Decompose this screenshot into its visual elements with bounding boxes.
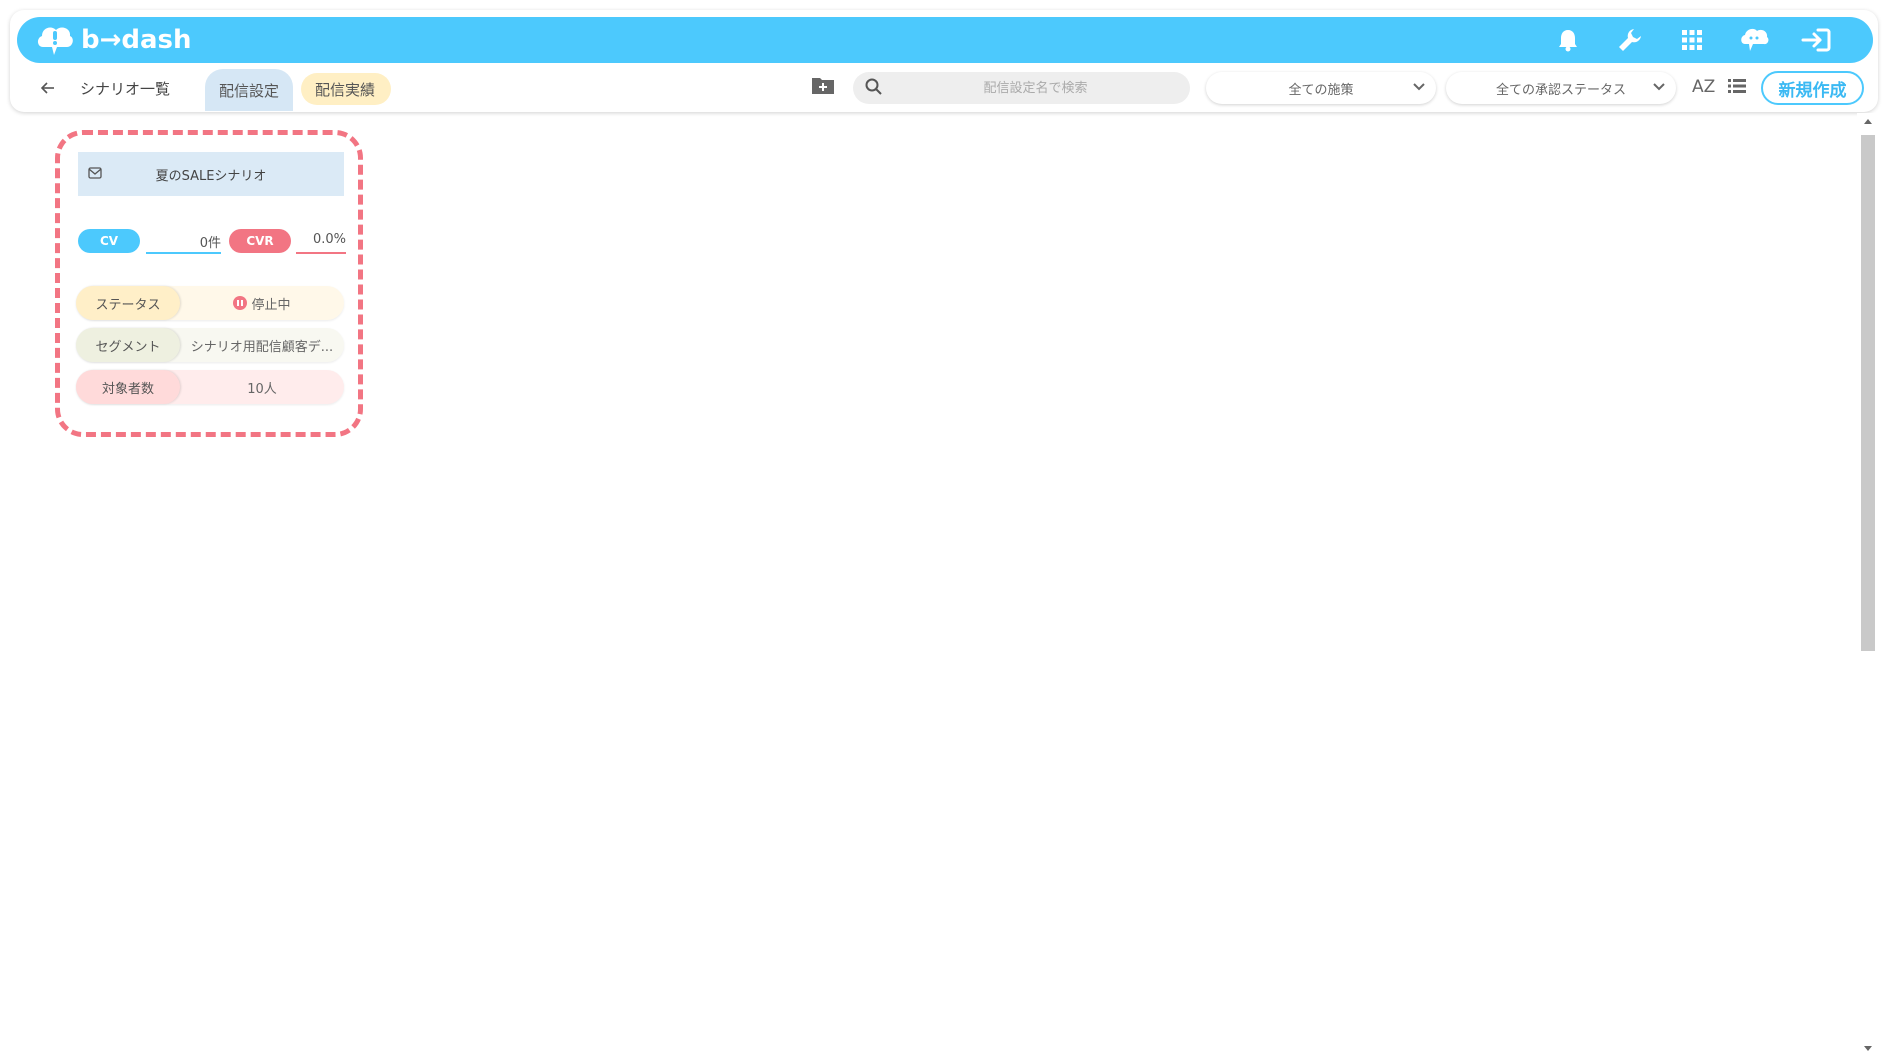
tab-delivery-settings[interactable]: 配信設定 xyxy=(205,69,293,111)
apps-grid-icon[interactable] xyxy=(1675,23,1709,57)
filter-measures-value: 全ての施策 xyxy=(1288,82,1354,98)
tab-label: 配信設定 xyxy=(219,81,280,100)
search-icon xyxy=(865,78,882,95)
bell-icon[interactable] xyxy=(1551,23,1585,57)
sort-az-icon[interactable]: AZ xyxy=(1692,77,1715,97)
tab-label: 配信実績 xyxy=(315,80,376,99)
logo[interactable]: b→dash xyxy=(35,22,192,58)
cvr-underline xyxy=(296,252,346,254)
scrollbar-thumb[interactable] xyxy=(1861,135,1875,651)
chat-bot-icon[interactable] xyxy=(1737,23,1771,57)
cvr-label: CVR xyxy=(246,234,274,248)
sub-toolbar: シナリオ一覧 配信設定 配信実績 全ての施策 全ての承認ステータス AZ 新規作… xyxy=(28,68,1868,111)
cv-underline xyxy=(146,252,221,254)
mail-icon xyxy=(88,167,102,179)
scroll-up-arrow-icon[interactable] xyxy=(1863,117,1873,125)
scenario-name: 夏のSALEシナリオ xyxy=(155,168,267,184)
filter-approval-value: 全ての承認ステータス xyxy=(1495,82,1626,98)
segment-row: セグメント シナリオ用配信顧客デ... xyxy=(76,328,344,362)
back-arrow-icon[interactable] xyxy=(36,76,60,100)
search-input[interactable] xyxy=(893,72,1178,104)
logout-icon[interactable] xyxy=(1799,23,1833,57)
logo-cloud-icon xyxy=(37,27,73,55)
cv-badge: CV xyxy=(78,229,140,253)
breadcrumb-scenario-list[interactable]: シナリオ一覧 xyxy=(80,78,170,99)
target-count-value: 10人 xyxy=(247,381,277,397)
chevron-down-icon xyxy=(1413,83,1425,91)
wrench-icon[interactable] xyxy=(1613,23,1647,57)
segment-label: セグメント xyxy=(76,328,180,362)
target-count-label: 対象者数 xyxy=(76,370,180,404)
logo-text: b→dash xyxy=(81,25,192,55)
list-view-icon[interactable] xyxy=(1728,78,1746,98)
cvr-badge: CVR xyxy=(229,229,291,253)
status-text: 停止中 xyxy=(251,297,291,313)
status-row: ステータス 停止中 xyxy=(76,286,344,320)
filter-measures-select[interactable]: 全ての施策 xyxy=(1206,72,1436,104)
status-label: ステータス xyxy=(76,286,180,320)
tab-delivery-results[interactable]: 配信実績 xyxy=(301,73,391,105)
scroll-down-arrow-icon[interactable] xyxy=(1863,1045,1873,1053)
vertical-scrollbar[interactable] xyxy=(1857,113,1877,1063)
segment-value: シナリオ用配信顧客デ... xyxy=(190,339,334,355)
target-count-row: 対象者数 10人 xyxy=(76,370,344,404)
search-box[interactable] xyxy=(853,72,1190,104)
status-value: 停止中 xyxy=(180,294,344,313)
cvr-value: 0.0% xyxy=(312,232,346,247)
new-create-button[interactable]: 新規作成 xyxy=(1761,71,1864,105)
scenario-card-title[interactable]: 夏のSALEシナリオ xyxy=(78,152,344,196)
cv-value: 0件 xyxy=(199,236,221,251)
pause-icon xyxy=(233,296,248,310)
add-folder-icon[interactable] xyxy=(811,75,837,99)
cv-label: CV xyxy=(99,234,119,248)
filter-approval-status-select[interactable]: 全ての承認ステータス xyxy=(1446,72,1676,104)
chevron-down-icon xyxy=(1653,83,1665,91)
top-navigation-bar: b→dash xyxy=(17,17,1873,63)
